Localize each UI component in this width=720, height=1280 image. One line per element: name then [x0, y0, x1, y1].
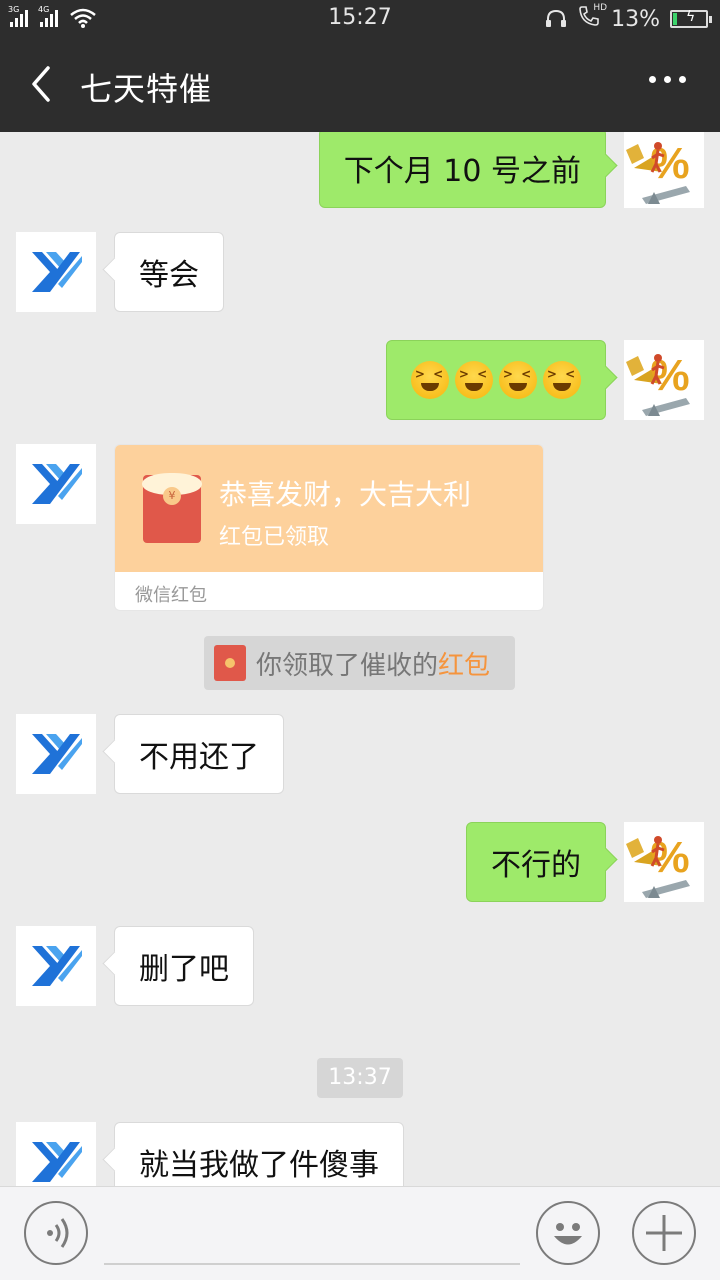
- battery-percent: 13%: [611, 6, 660, 32]
- contact-avatar[interactable]: [16, 232, 96, 312]
- message-text: 等会: [139, 258, 199, 293]
- red-envelope-icon: [142, 473, 202, 543]
- message-input[interactable]: [104, 1263, 520, 1265]
- my-avatar[interactable]: %: [624, 132, 704, 208]
- crying-face-emoji-icon: [411, 361, 449, 399]
- crying-face-emoji-icon: [543, 361, 581, 399]
- input-bar: [0, 1186, 720, 1280]
- voice-icon: [47, 1218, 69, 1248]
- message-text: 就当我做了件傻事: [139, 1148, 379, 1183]
- emoji-button[interactable]: [536, 1201, 600, 1265]
- notice-text: 你领取了催收的: [256, 650, 439, 681]
- message-text: 下个月 10 号之前: [343, 154, 581, 189]
- message-text: 不行的: [491, 848, 581, 883]
- red-packet-body: 恭喜发财，大吉大利 红包已领取: [115, 445, 543, 572]
- red-envelope-icon: [214, 645, 246, 681]
- red-packet-wish: 恭喜发财，大吉大利: [219, 478, 472, 511]
- red-packet-footer: 微信红包: [135, 585, 207, 606]
- message-timestamp: 13:37: [317, 1058, 403, 1098]
- outgoing-message[interactable]: 下个月 10 号之前: [318, 132, 606, 208]
- contact-avatar[interactable]: [16, 1122, 96, 1186]
- headset-icon: [546, 9, 567, 27]
- incoming-message[interactable]: 等会: [114, 232, 224, 312]
- battery-icon: ϟ: [670, 9, 712, 28]
- crying-face-emoji-icon: [455, 361, 493, 399]
- more-actions-button[interactable]: [632, 1201, 696, 1265]
- back-chevron-icon[interactable]: [26, 62, 56, 106]
- more-dots-icon[interactable]: [649, 76, 686, 83]
- outgoing-message[interactable]: 不行的: [466, 822, 606, 902]
- contact-avatar[interactable]: [16, 926, 96, 1006]
- message-text: 删了吧: [139, 952, 229, 987]
- notice-link[interactable]: 红包: [438, 645, 490, 682]
- status-bar: 3G 4G 15:27 HD 13% ϟ: [0, 0, 720, 38]
- status-right-group: HD 13% ϟ: [545, 3, 712, 33]
- voice-button[interactable]: [24, 1201, 88, 1265]
- contact-avatar[interactable]: [16, 444, 96, 524]
- red-packet-card[interactable]: 恭喜发财，大吉大利 红包已领取 微信红包: [114, 444, 544, 611]
- charging-bolt-icon: ϟ: [686, 9, 696, 25]
- smiley-icon: [554, 1223, 582, 1245]
- chat-area[interactable]: 下个月 10 号之前 % 等会 > < > < > < > < % ¥ 恭喜发财…: [0, 132, 720, 1186]
- chat-header: 七天特催: [0, 38, 720, 132]
- message-text: 不用还了: [139, 740, 259, 775]
- my-avatar[interactable]: %: [624, 822, 704, 902]
- contact-avatar[interactable]: [16, 714, 96, 794]
- incoming-message[interactable]: 就当我做了件傻事: [114, 1122, 404, 1186]
- hd-call-icon: HD: [577, 3, 607, 33]
- crying-face-emoji-icon: [499, 361, 537, 399]
- plus-icon: [646, 1215, 682, 1251]
- emoji-row: [411, 361, 581, 399]
- outgoing-message[interactable]: [386, 340, 606, 420]
- red-packet-status: 红包已领取: [219, 525, 330, 550]
- chat-title: 七天特催: [80, 70, 213, 108]
- battery-fill: [673, 13, 677, 25]
- my-avatar[interactable]: %: [624, 340, 704, 420]
- system-notice[interactable]: 你领取了催收的 红包: [204, 636, 515, 690]
- hd-label: HD: [593, 3, 608, 13]
- incoming-message[interactable]: 删了吧: [114, 926, 254, 1006]
- incoming-message[interactable]: 不用还了: [114, 714, 284, 794]
